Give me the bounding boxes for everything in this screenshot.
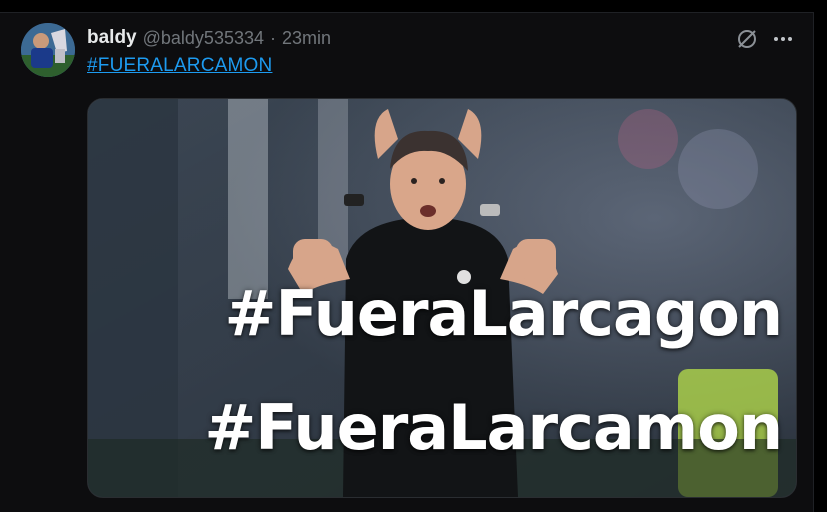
caption-line-2: #FueraLarcamon — [204, 391, 783, 464]
hashtag-link[interactable]: #FUERALARCAMON — [87, 55, 272, 77]
post-time[interactable]: 23min — [282, 28, 331, 49]
grok-slash-icon[interactable] — [733, 25, 761, 53]
post-header: baldy @baldy535334 · 23min — [87, 26, 331, 50]
user-handle[interactable]: @baldy535334 — [143, 28, 264, 49]
caption-line-1: #FueraLarcagon — [224, 277, 783, 350]
post-image[interactable]: #FueraLarcagon #FueraLarcamon — [87, 98, 797, 498]
separator-dot: · — [270, 27, 276, 48]
post[interactable]: baldy @baldy535334 · 23min #FUERALARCAMO… — [0, 12, 814, 512]
avatar[interactable] — [21, 23, 75, 77]
top-strip — [0, 0, 827, 12]
more-dots-icon[interactable] — [769, 25, 797, 53]
display-name[interactable]: baldy — [87, 27, 137, 49]
